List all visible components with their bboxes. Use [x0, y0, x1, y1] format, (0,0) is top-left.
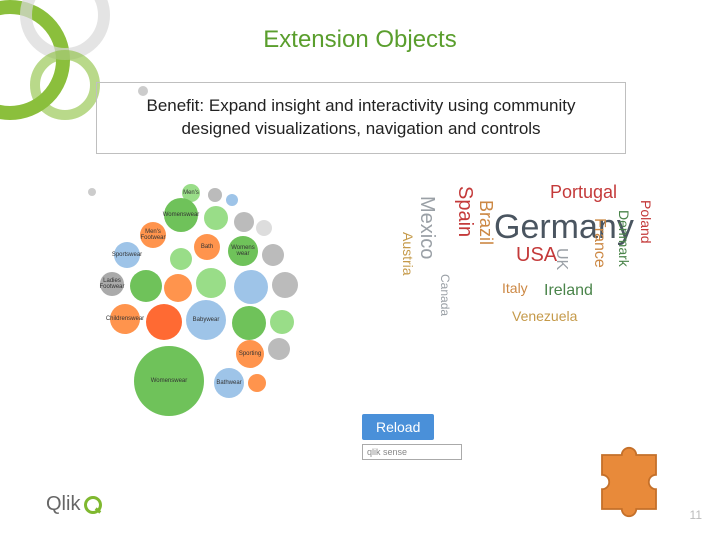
bubble-item: Babywear [186, 300, 226, 340]
tag-item: Italy [502, 280, 528, 296]
bubble-item [204, 206, 228, 230]
bubble-item: Womens wear [228, 236, 258, 266]
bubble-item: Bathwear [214, 368, 244, 398]
bubble-item [226, 194, 238, 206]
reload-group: Reload qlik sense [362, 414, 462, 460]
bubble-item [248, 374, 266, 392]
bubble-item [234, 270, 268, 304]
bubble-item [234, 212, 254, 232]
tag-item: Ireland [544, 282, 593, 300]
bubble-item [272, 272, 298, 298]
visualization-row: Men'sWomenswearMen's FootwearSportswearB… [86, 178, 680, 418]
tag-item: Denmark [616, 210, 632, 267]
bubble-item [256, 220, 272, 236]
brand-logo: Qlik [46, 493, 102, 516]
benefit-callout: Benefit: Expand insight and interactivit… [96, 82, 626, 154]
puzzle-piece-icon [584, 428, 674, 518]
tag-item: Germany [494, 208, 634, 247]
tag-item: Poland [638, 200, 654, 244]
tag-item: Austria [400, 232, 416, 276]
tag-item: Portugal [550, 182, 617, 203]
bubble-item: Sporting [236, 340, 264, 368]
tag-item: Canada [438, 274, 452, 316]
bubble-item: Womenswear [164, 198, 198, 232]
bubble-item: Ladies Footwear [100, 272, 124, 296]
bubble-chart: Men'sWomenswearMen's FootwearSportswearB… [86, 178, 346, 418]
tag-item: USA [516, 244, 557, 267]
bubble-item [232, 306, 266, 340]
bubble-item [146, 304, 182, 340]
bubble-item [170, 248, 192, 270]
brand-logo-icon [84, 496, 102, 514]
bubble-item [130, 270, 162, 302]
tag-item: UK [552, 248, 570, 270]
tag-item: Venezuela [512, 308, 577, 324]
bubble-item [164, 274, 192, 302]
brand-logo-text: Qlik [46, 493, 80, 516]
bubble-item: Womenswear [134, 346, 204, 416]
bubble-item [268, 338, 290, 360]
bubble-item: Bath [194, 234, 220, 260]
bubble-item: Men's Footwear [140, 222, 166, 248]
bubble-item [270, 310, 294, 334]
bubble-item: Childrenswear [110, 304, 140, 334]
tag-item: France [590, 218, 608, 268]
tag-item: Brazil [475, 200, 496, 245]
page-number: 11 [690, 508, 702, 522]
bubble-item [262, 244, 284, 266]
bubble-item [208, 188, 222, 202]
bubble-item: Sportswear [114, 242, 140, 268]
tag-cloud: Portugal Spain Mexico Brazil Austria GermanyU… [364, 178, 680, 418]
reload-button[interactable]: Reload [362, 414, 434, 440]
bubble-item [196, 268, 226, 298]
tag-item: Mexico [415, 196, 438, 259]
tag-item: Spain [453, 186, 476, 237]
reload-input[interactable]: qlik sense [362, 444, 462, 460]
page-title: Extension Objects [0, 26, 720, 54]
